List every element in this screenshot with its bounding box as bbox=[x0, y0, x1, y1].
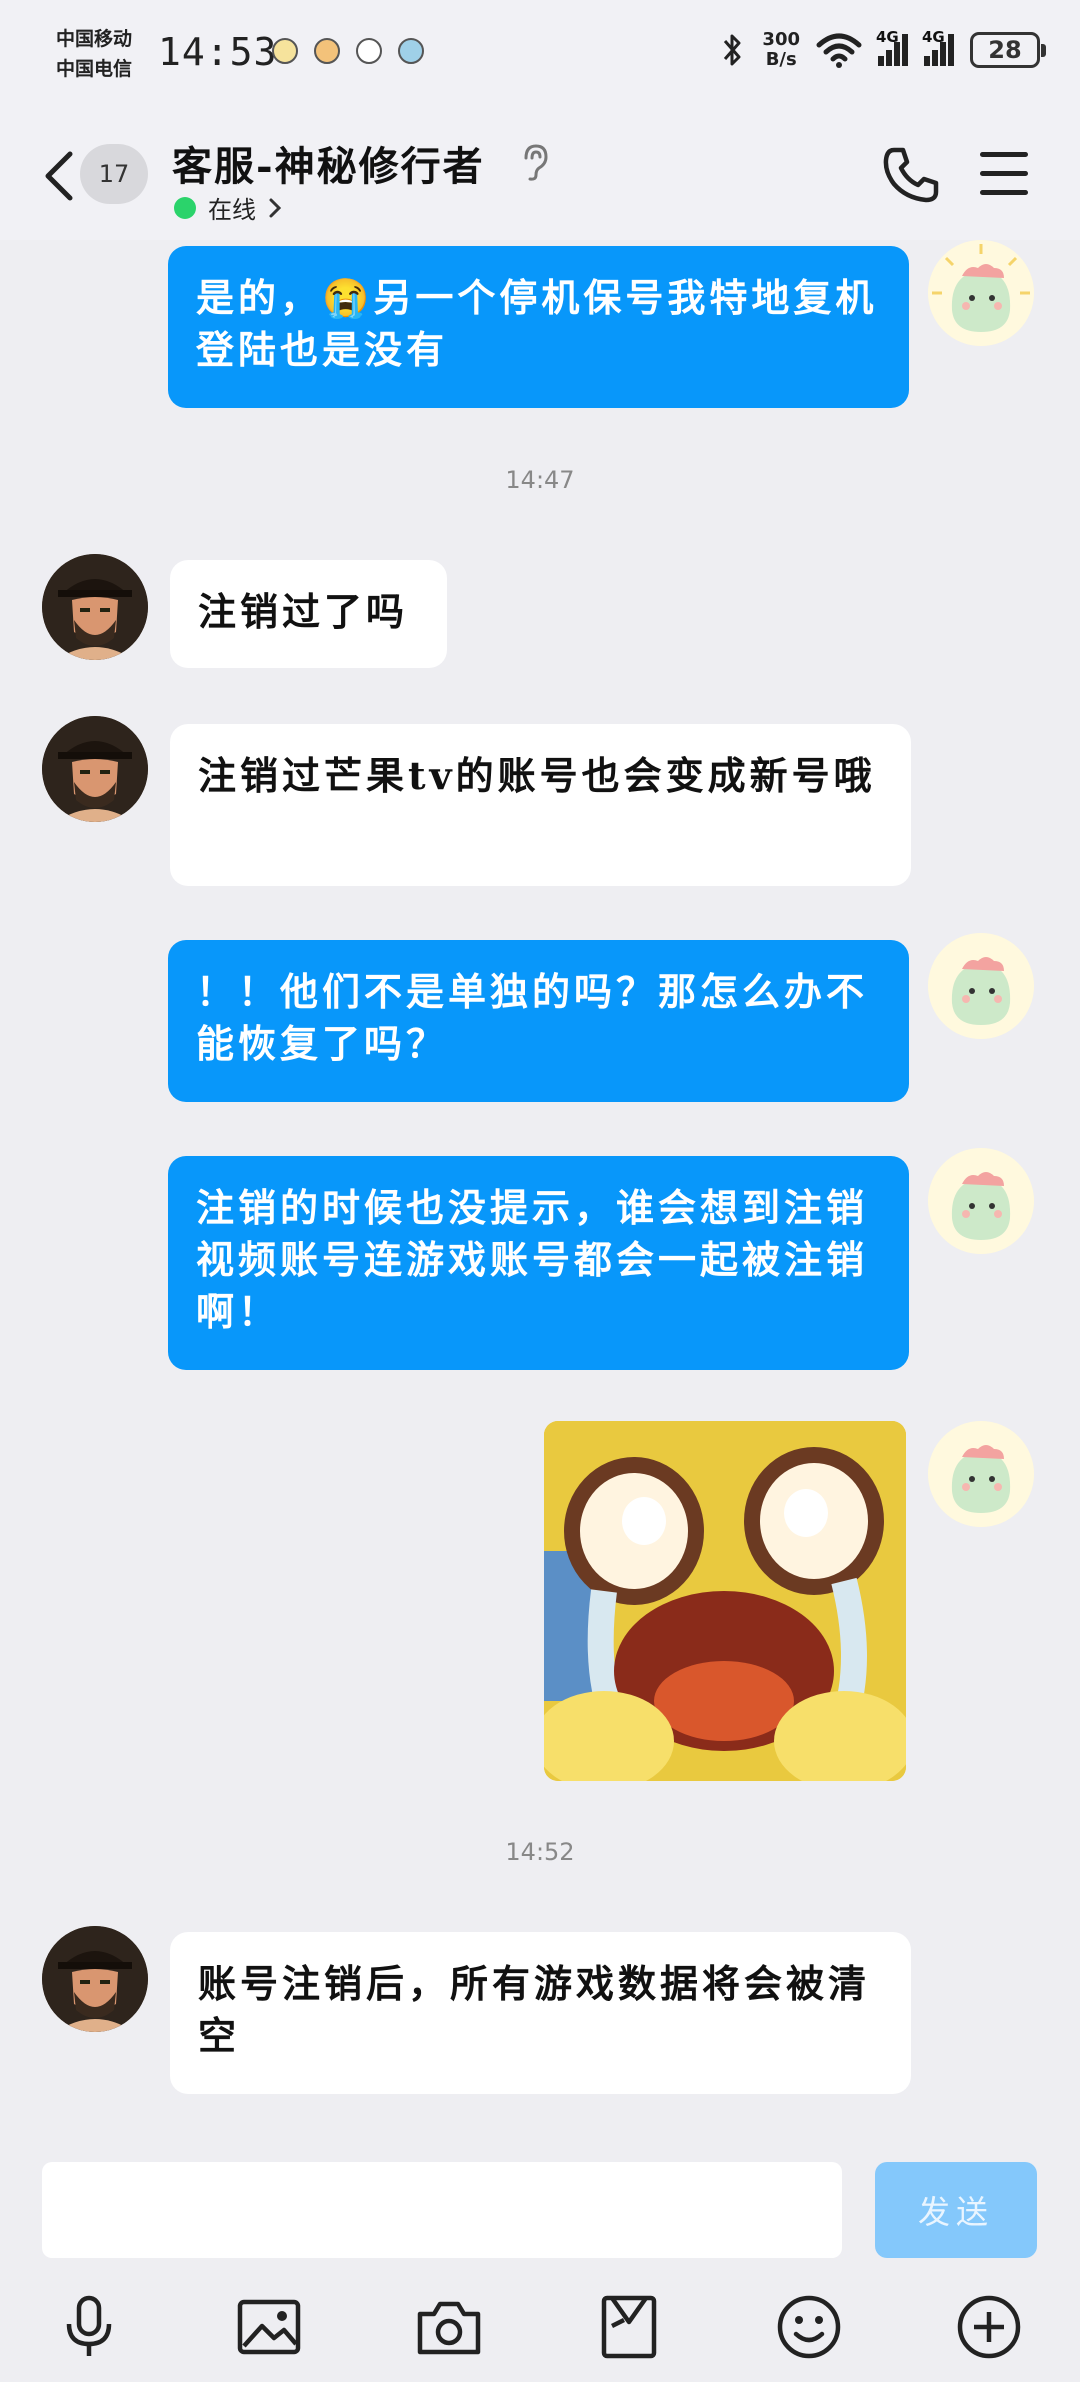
presence-status[interactable]: 在线 bbox=[174, 190, 282, 225]
app-notification-icon bbox=[398, 38, 424, 64]
message-bubble-received[interactable]: 账号注销后，所有游戏数据将会被清空 bbox=[170, 1932, 911, 2094]
network-speed: 300 B/s bbox=[762, 29, 800, 70]
input-toolbar bbox=[0, 2282, 1080, 2382]
timestamp: 14:52 bbox=[505, 1838, 575, 1866]
system-icons: 300 B/s 4G 4G 28 bbox=[718, 28, 1046, 70]
agent-avatar[interactable] bbox=[42, 716, 148, 822]
send-button[interactable]: 发送 bbox=[875, 2162, 1037, 2258]
menu-icon[interactable] bbox=[980, 152, 1028, 198]
app-notification-icon bbox=[356, 38, 382, 64]
carrier-names: 中国移动 中国电信 bbox=[56, 24, 156, 84]
unread-count-badge[interactable]: 17 bbox=[80, 144, 148, 204]
message-bubble-received[interactable]: 注销过了吗 bbox=[170, 560, 447, 668]
agent-avatar[interactable] bbox=[42, 1926, 148, 2032]
app-notification-icon bbox=[272, 38, 298, 64]
ear-mode-icon[interactable] bbox=[520, 142, 550, 182]
my-avatar[interactable] bbox=[928, 1421, 1034, 1527]
message-input[interactable] bbox=[42, 2162, 842, 2258]
microphone-icon[interactable] bbox=[54, 2292, 124, 2362]
agent-avatar[interactable] bbox=[42, 554, 148, 660]
timestamp: 14:47 bbox=[505, 466, 575, 494]
my-avatar[interactable] bbox=[928, 933, 1034, 1039]
my-avatar[interactable] bbox=[928, 1148, 1034, 1254]
plus-icon[interactable] bbox=[954, 2292, 1024, 2362]
message-bubble-received[interactable]: 注销过芒果tv的账号也会变成新号哦 bbox=[170, 724, 911, 886]
battery-icon: 28 bbox=[970, 32, 1046, 68]
message-bubble-sent[interactable]: 注销的时候也没提示，谁会想到注销视频账号连游戏账号都会一起被注销啊！ bbox=[168, 1156, 909, 1370]
message-bubble-sent[interactable]: 是的，😭另一个停机保号我特地复机登陆也是没有 bbox=[168, 246, 909, 408]
message-bubble-sent[interactable]: ！！他们不是单独的吗？那怎么办不能恢复了吗？ bbox=[168, 940, 909, 1102]
phone-call-icon[interactable] bbox=[880, 144, 942, 206]
notification-icons bbox=[272, 38, 424, 64]
chat-header: 17 客服-神秘修行者 在线 bbox=[0, 112, 1080, 240]
carrier-1: 中国移动 bbox=[56, 28, 133, 50]
camera-icon[interactable] bbox=[414, 2292, 484, 2362]
online-dot-icon bbox=[174, 196, 196, 219]
carrier-2: 中国电信 bbox=[56, 58, 133, 80]
presence-label: 在线 bbox=[208, 196, 256, 224]
chat-messages: 是的，😭另一个停机保号我特地复机登陆也是没有 14:47 注销过了吗 注销过芒果… bbox=[0, 240, 1080, 2140]
chat-title[interactable]: 客服-神秘修行者 bbox=[172, 134, 485, 192]
back-icon[interactable] bbox=[38, 148, 78, 204]
bluetooth-icon bbox=[724, 34, 741, 66]
status-time: 14:53 bbox=[158, 30, 278, 74]
status-bar: 中国移动 中国电信 14:53 300 B/s 4G 4G 28 bbox=[0, 0, 1080, 112]
app-notification-icon bbox=[314, 38, 340, 64]
my-avatar[interactable] bbox=[928, 240, 1034, 346]
emoji-icon[interactable] bbox=[774, 2292, 844, 2362]
composer: 发送 bbox=[0, 2140, 1080, 2260]
file-icon[interactable] bbox=[594, 2292, 664, 2362]
image-icon[interactable] bbox=[234, 2292, 304, 2362]
wifi-icon bbox=[816, 33, 862, 68]
crying-face-sticker[interactable] bbox=[544, 1421, 906, 1781]
chevron-right-icon bbox=[269, 198, 282, 217]
cellular-signal-icon: 4G bbox=[922, 28, 954, 66]
cellular-signal-icon: 4G bbox=[876, 28, 908, 66]
